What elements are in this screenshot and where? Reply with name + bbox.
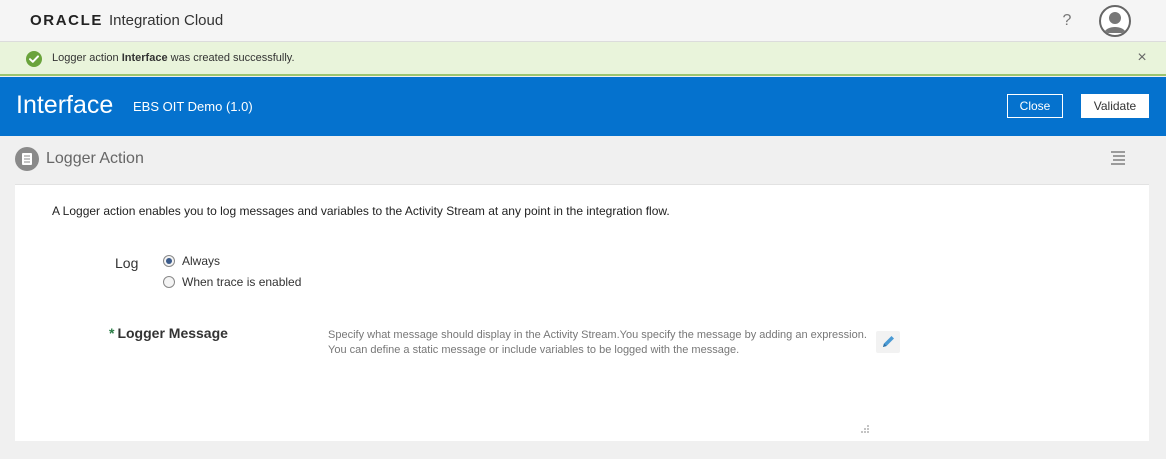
integration-name: EBS OIT Demo (1.0) — [133, 99, 253, 114]
integration-header: Interface EBS OIT Demo (1.0) Close Valid… — [0, 77, 1166, 136]
log-option-label: Always — [182, 254, 221, 268]
banner-suffix: was created successfully. — [167, 52, 295, 64]
radio-selected-icon[interactable] — [163, 255, 175, 267]
hamburger-menu-icon[interactable] — [1110, 150, 1126, 166]
banner-prefix: Logger action — [52, 52, 122, 64]
close-banner-icon[interactable]: × — [1134, 49, 1150, 67]
radio-unselected-icon[interactable] — [163, 276, 175, 288]
logger-description: A Logger action enables you to log messa… — [52, 204, 670, 218]
required-marker: * — [109, 325, 115, 341]
log-label: Log — [115, 255, 139, 271]
user-avatar-icon[interactable] — [1099, 5, 1131, 37]
success-banner: Logger action Interface was created succ… — [0, 42, 1166, 76]
log-option-always[interactable]: Always — [163, 254, 220, 268]
page-title: Interface — [16, 91, 114, 119]
log-option-label: When trace is enabled — [182, 275, 302, 289]
validate-button[interactable]: Validate — [1081, 94, 1149, 118]
product-name: Integration Cloud — [108, 12, 224, 29]
top-bar: ORACLE Integration Cloud ? — [0, 0, 1166, 42]
check-circle-icon — [26, 51, 42, 67]
brand-logo: ORACLE Integration Cloud — [30, 12, 223, 29]
logger-message-label-text: Logger Message — [117, 325, 228, 341]
section-title: Logger Action — [46, 150, 144, 167]
banner-action-name: Interface — [121, 52, 168, 64]
logger-message-help: Specify what message should display in t… — [328, 329, 867, 356]
close-button[interactable]: Close — [1007, 94, 1063, 118]
edit-expression-button[interactable] — [876, 331, 900, 353]
logger-config-panel — [15, 184, 1149, 441]
logger-action-icon — [15, 147, 39, 171]
pencil-icon — [883, 336, 894, 347]
oracle-wordmark: ORACLE — [30, 12, 103, 29]
resize-grip-icon[interactable] — [860, 421, 870, 433]
help-icon[interactable]: ? — [1058, 11, 1076, 31]
banner-message: Logger action Interface was created succ… — [52, 52, 295, 64]
logger-message-label: * Logger Message — [109, 325, 228, 341]
log-option-trace[interactable]: When trace is enabled — [163, 275, 301, 289]
